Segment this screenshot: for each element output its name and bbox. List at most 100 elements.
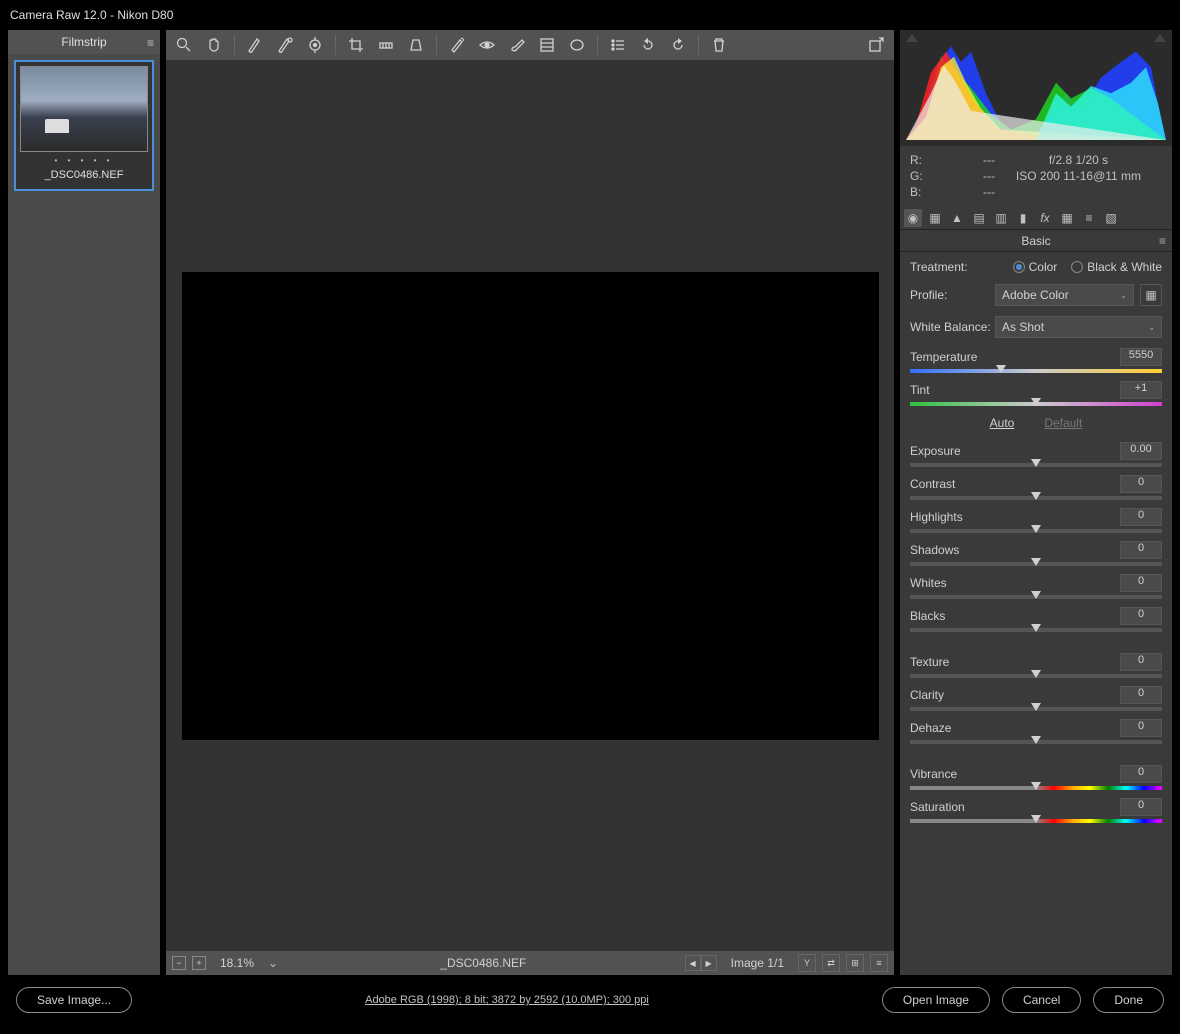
tab-curve-icon[interactable]: ▦ — [926, 209, 944, 227]
white-balance-tool-icon[interactable] — [245, 35, 265, 55]
shadow-clip-icon[interactable] — [906, 34, 918, 42]
treatment-bw-radio[interactable] — [1071, 261, 1083, 273]
thumbnail-selected[interactable]: • • • • • _DSC0486.NEF — [14, 60, 154, 191]
tab-calibration-icon[interactable]: ▦ — [1058, 209, 1076, 227]
red-eye-tool-icon[interactable] — [477, 35, 497, 55]
clarity-handle[interactable] — [1031, 703, 1041, 711]
panel-body: Treatment: Color Black & White Profile: … — [900, 252, 1172, 975]
saturation-handle[interactable] — [1031, 815, 1041, 823]
profile-browser-icon[interactable]: ▦ — [1140, 284, 1162, 306]
saturation-slider[interactable] — [910, 819, 1162, 823]
swap-icon[interactable]: ⇄ — [822, 954, 840, 972]
tab-split-icon[interactable]: ▥ — [992, 209, 1010, 227]
texture-handle[interactable] — [1031, 670, 1041, 678]
tab-presets-icon[interactable]: ≡ — [1080, 209, 1098, 227]
panel-menu-icon[interactable]: ≡ — [1159, 234, 1166, 248]
adjustment-brush-tool-icon[interactable] — [507, 35, 527, 55]
tint-handle[interactable] — [1031, 398, 1041, 406]
rotate-ccw-icon[interactable] — [638, 35, 658, 55]
save-image-button[interactable]: Save Image... — [16, 987, 132, 1013]
tab-lens-icon[interactable]: ▮ — [1014, 209, 1032, 227]
done-button[interactable]: Done — [1093, 987, 1164, 1013]
cancel-button[interactable]: Cancel — [1002, 987, 1081, 1013]
texture-slider[interactable] — [910, 674, 1162, 678]
wb-select[interactable]: As Shot ⌄ — [995, 316, 1162, 338]
contrast-value[interactable]: 0 — [1120, 475, 1162, 493]
fullscreen-icon[interactable] — [866, 35, 886, 55]
vibrance-slider[interactable] — [910, 786, 1162, 790]
exposure-slider[interactable] — [910, 463, 1162, 467]
open-image-button[interactable]: Open Image — [882, 987, 990, 1013]
workflow-options-link[interactable]: Adobe RGB (1998); 8 bit; 3872 by 2592 (1… — [144, 994, 870, 1006]
vibrance-handle[interactable] — [1031, 782, 1041, 790]
spot-removal-tool-icon[interactable] — [447, 35, 467, 55]
zoom-dropdown-icon[interactable]: ⌄ — [268, 956, 282, 970]
blacks-handle[interactable] — [1031, 624, 1041, 632]
shadows-handle[interactable] — [1031, 558, 1041, 566]
rotate-cw-icon[interactable] — [668, 35, 688, 55]
contrast-handle[interactable] — [1031, 492, 1041, 500]
default-link[interactable]: Default — [1044, 416, 1082, 430]
crop-tool-icon[interactable] — [346, 35, 366, 55]
whites-slider[interactable] — [910, 595, 1162, 599]
profile-select[interactable]: Adobe Color ⌄ — [995, 284, 1134, 306]
straighten-tool-icon[interactable] — [376, 35, 396, 55]
color-sampler-tool-icon[interactable] — [275, 35, 295, 55]
shadows-value[interactable]: 0 — [1120, 541, 1162, 559]
next-image-button[interactable]: ▶ — [701, 955, 717, 971]
zoom-tool-icon[interactable] — [174, 35, 194, 55]
radial-filter-tool-icon[interactable] — [567, 35, 587, 55]
contrast-slider[interactable] — [910, 496, 1162, 500]
trash-icon[interactable] — [709, 35, 729, 55]
temperature-slider[interactable] — [910, 369, 1162, 373]
whites-value[interactable]: 0 — [1120, 574, 1162, 592]
filmstrip-menu-icon[interactable]: ≡ — [147, 36, 154, 50]
highlights-handle[interactable] — [1031, 525, 1041, 533]
settings-icon[interactable]: ≡ — [870, 954, 888, 972]
slider-row-dehaze: Dehaze0 — [910, 719, 1162, 744]
tab-fx-icon[interactable]: fx — [1036, 209, 1054, 227]
copy-settings-icon[interactable]: ⊞ — [846, 954, 864, 972]
saturation-value[interactable]: 0 — [1120, 798, 1162, 816]
thumbnail-rating-dots[interactable]: • • • • • — [20, 156, 148, 165]
vibrance-value[interactable]: 0 — [1120, 765, 1162, 783]
highlights-value[interactable]: 0 — [1120, 508, 1162, 526]
tint-slider[interactable] — [910, 402, 1162, 406]
dehaze-slider[interactable] — [910, 740, 1162, 744]
dehaze-value[interactable]: 0 — [1120, 719, 1162, 737]
exposure-handle[interactable] — [1031, 459, 1041, 467]
highlight-clip-icon[interactable] — [1154, 34, 1166, 42]
blacks-value[interactable]: 0 — [1120, 607, 1162, 625]
zoom-out-button[interactable]: − — [172, 956, 186, 970]
tab-snapshots-icon[interactable]: ▧ — [1102, 209, 1120, 227]
preview-area[interactable] — [166, 60, 894, 951]
highlights-slider[interactable] — [910, 529, 1162, 533]
temperature-value[interactable]: 5550 — [1120, 348, 1162, 366]
auto-link[interactable]: Auto — [990, 416, 1015, 430]
targeted-adjustment-tool-icon[interactable] — [305, 35, 325, 55]
whites-handle[interactable] — [1031, 591, 1041, 599]
blacks-slider[interactable] — [910, 628, 1162, 632]
thumbnail-image — [20, 66, 148, 152]
chevron-down-icon: ⌄ — [1120, 291, 1127, 300]
clarity-slider[interactable] — [910, 707, 1162, 711]
snapshot-list-icon[interactable] — [608, 35, 628, 55]
treatment-color-radio[interactable] — [1013, 261, 1025, 273]
transform-tool-icon[interactable] — [406, 35, 426, 55]
temperature-handle[interactable] — [996, 365, 1006, 373]
prev-image-button[interactable]: ◀ — [685, 955, 701, 971]
tint-value[interactable]: +1 — [1120, 381, 1162, 399]
dehaze-handle[interactable] — [1031, 736, 1041, 744]
graduated-filter-tool-icon[interactable] — [537, 35, 557, 55]
shadows-slider[interactable] — [910, 562, 1162, 566]
tab-basic-icon[interactable]: ◉ — [904, 209, 922, 227]
zoom-in-button[interactable]: + — [192, 956, 206, 970]
texture-value[interactable]: 0 — [1120, 653, 1162, 671]
clarity-value[interactable]: 0 — [1120, 686, 1162, 704]
tab-detail-icon[interactable]: ▲ — [948, 209, 966, 227]
exposure-value[interactable]: 0.00 — [1120, 442, 1162, 460]
tab-hsl-icon[interactable]: ▤ — [970, 209, 988, 227]
preview-mode-icon[interactable]: Y — [798, 954, 816, 972]
histogram[interactable] — [900, 30, 1172, 146]
hand-tool-icon[interactable] — [204, 35, 224, 55]
